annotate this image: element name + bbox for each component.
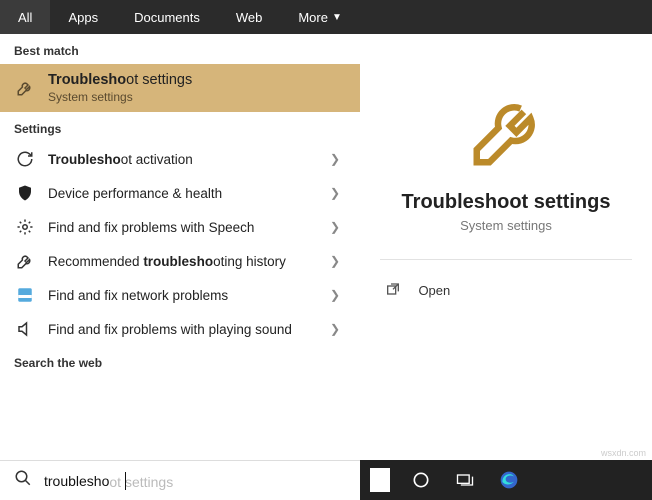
search-scope-tabs: All Apps Documents Web More ▼	[0, 0, 652, 34]
best-match-sub: System settings	[48, 90, 346, 104]
result-sound[interactable]: Find and fix problems with playing sound…	[0, 312, 360, 346]
tab-web[interactable]: Web	[218, 0, 281, 34]
r-sound-label: Find and fix problems with playing sound	[48, 322, 324, 337]
result-recommended[interactable]: Recommended troubleshooting history ❯	[0, 244, 360, 278]
result-speech[interactable]: Find and fix problems with Speech ❯	[0, 210, 360, 244]
tab-documents[interactable]: Documents	[116, 0, 218, 34]
action-open-label: Open	[418, 283, 450, 298]
settings-header: Settings	[0, 112, 360, 142]
sync-icon	[14, 150, 36, 168]
tab-more[interactable]: More ▼	[280, 0, 360, 34]
search-bar[interactable]: troubleshoot settings	[0, 460, 360, 500]
chevron-right-icon: ❯	[324, 186, 346, 200]
best-match-bold: Troublesho	[48, 72, 126, 88]
search-input[interactable]	[44, 473, 346, 489]
edge-icon[interactable]	[496, 467, 522, 493]
r-speech-label: Find and fix problems with Speech	[48, 220, 324, 235]
chevron-right-icon: ❯	[324, 152, 346, 166]
task-view-icon[interactable]	[452, 467, 478, 493]
network-icon	[14, 286, 36, 304]
web-header: Search the web	[0, 346, 360, 376]
shield-icon	[14, 184, 36, 202]
wrench-icon	[14, 79, 36, 97]
tab-more-label: More	[298, 10, 328, 25]
chevron-right-icon: ❯	[324, 322, 346, 336]
text-cursor	[125, 472, 126, 490]
r-network-label: Find and fix network problems	[48, 288, 324, 303]
sound-icon	[14, 320, 36, 338]
action-open[interactable]: Open	[380, 278, 631, 302]
tab-all[interactable]: All	[0, 0, 50, 34]
results-panel: Best match Troubleshoot settings System …	[0, 34, 360, 500]
preview-title: Troubleshoot settings	[402, 191, 611, 214]
cortana-icon[interactable]	[408, 467, 434, 493]
chevron-right-icon: ❯	[324, 288, 346, 302]
taskbar-search-highlight[interactable]	[370, 468, 390, 492]
best-match-header: Best match	[0, 34, 360, 64]
wrench-icon	[467, 94, 545, 177]
r-reco-post: oting history	[213, 254, 286, 269]
watermark: wsxdn.com	[601, 448, 646, 458]
open-icon	[382, 282, 404, 298]
r-reco-pre: Recommended	[48, 254, 143, 269]
chevron-right-icon: ❯	[324, 220, 346, 234]
tab-apps[interactable]: Apps	[50, 0, 116, 34]
preview-panel: Troubleshoot settings System settings Op…	[360, 34, 652, 500]
divider	[380, 259, 631, 260]
diagnose-icon	[14, 218, 36, 236]
r-act-bold: Troublesho	[48, 152, 121, 167]
taskbar	[360, 460, 652, 500]
preview-sub: System settings	[460, 218, 552, 233]
wrench-icon	[14, 252, 36, 270]
r-health-label: Device performance & health	[48, 186, 324, 201]
result-health[interactable]: Device performance & health ❯	[0, 176, 360, 210]
r-act-rest: ot activation	[121, 152, 193, 167]
result-best-match[interactable]: Troubleshoot settings System settings	[0, 64, 360, 112]
chevron-down-icon: ▼	[332, 12, 342, 23]
search-icon	[14, 469, 32, 492]
result-network[interactable]: Find and fix network problems ❯	[0, 278, 360, 312]
chevron-right-icon: ❯	[324, 254, 346, 268]
r-reco-bold: troublesho	[143, 254, 213, 269]
result-activation[interactable]: Troubleshoot activation ❯	[0, 142, 360, 176]
best-match-rest: ot settings	[126, 72, 192, 88]
